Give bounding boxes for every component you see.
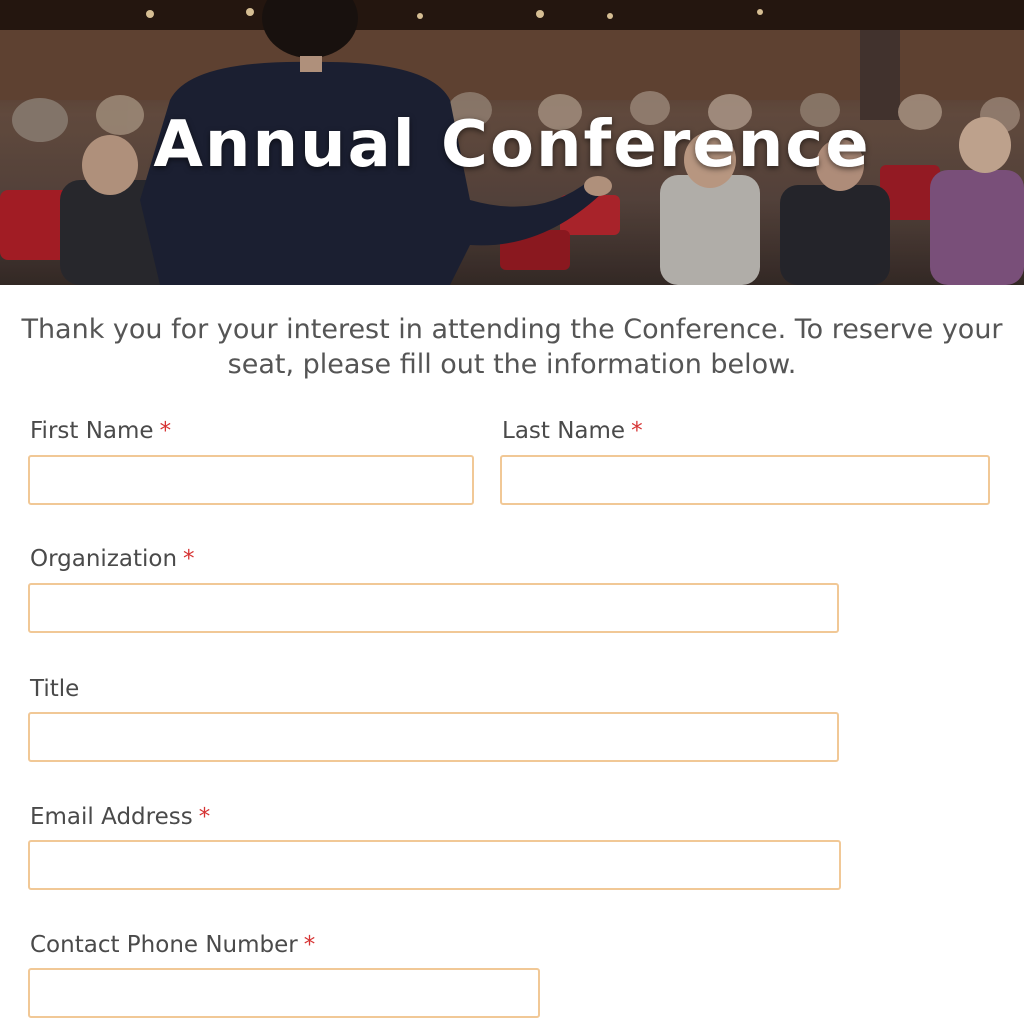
required-marker: * — [303, 932, 316, 958]
last-name-label: Last Name * — [502, 418, 643, 444]
title-label: Title — [30, 676, 80, 702]
first-name-input[interactable] — [28, 455, 474, 505]
last-name-input[interactable] — [500, 455, 990, 505]
registration-page: Annual Conference Thank you for your int… — [0, 0, 1024, 1024]
required-marker: * — [183, 546, 195, 572]
intro-text: Thank you for your interest in attending… — [21, 314, 1003, 380]
organization-input[interactable] — [28, 583, 839, 633]
email-input[interactable] — [28, 840, 841, 890]
email-label: Email Address * — [30, 804, 211, 830]
required-marker: * — [631, 418, 643, 444]
hero-banner: Annual Conference — [0, 0, 1024, 285]
title-input[interactable] — [28, 712, 839, 762]
required-marker: * — [198, 804, 211, 830]
required-marker: * — [159, 418, 172, 444]
phone-input[interactable] — [28, 968, 540, 1018]
page-title: Annual Conference — [153, 108, 871, 182]
first-name-label: First Name * — [30, 418, 172, 444]
organization-label: Organization * — [30, 546, 195, 572]
phone-label: Contact Phone Number * — [30, 932, 316, 958]
